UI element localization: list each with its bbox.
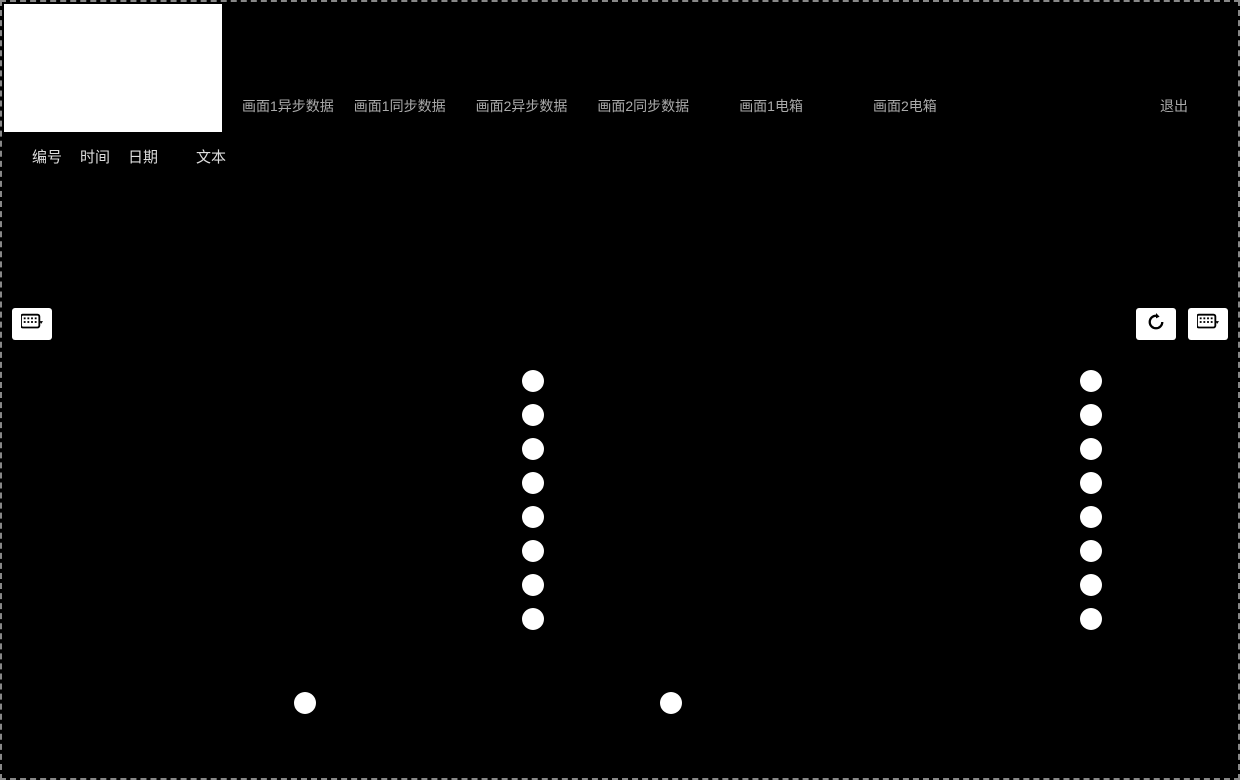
status-indicator: [522, 540, 544, 562]
nav-item-screen1-async[interactable]: 画面1异步数据: [232, 96, 344, 116]
nav-item-screen2-sync[interactable]: 画面2同步数据: [587, 96, 699, 116]
keyboard-icon: [21, 313, 43, 336]
refresh-button[interactable]: [1136, 308, 1176, 340]
topbar: 画面1异步数据 画面1同步数据 画面2异步数据 画面2同步数据 画面1电箱 画面…: [2, 2, 1238, 134]
subnav-text[interactable]: 文本: [196, 146, 226, 167]
status-indicator: [522, 370, 544, 392]
indicator-column-right: [1080, 370, 1102, 630]
status-indicator: [1080, 370, 1102, 392]
status-indicator: [522, 438, 544, 460]
status-indicator: [522, 506, 544, 528]
subnav-time[interactable]: 时间: [80, 146, 110, 167]
toolbar: [12, 308, 1228, 344]
status-indicator: [522, 608, 544, 630]
logo-area: [4, 4, 222, 132]
nav-item-screen1-box[interactable]: 画面1电箱: [729, 96, 813, 116]
status-indicator: [1080, 404, 1102, 426]
indicator-bottom-left: [294, 692, 316, 714]
status-indicator: [1080, 608, 1102, 630]
keyboard-right-button[interactable]: [1188, 308, 1228, 340]
keyboard-left-button[interactable]: [12, 308, 52, 340]
refresh-icon: [1145, 313, 1167, 336]
nav-item-screen1-sync[interactable]: 画面1同步数据: [344, 96, 456, 116]
subnav-date[interactable]: 日期: [128, 146, 158, 167]
status-indicator: [522, 404, 544, 426]
content-area: [2, 362, 1238, 778]
keyboard-icon: [1197, 313, 1219, 336]
status-indicator: [1080, 438, 1102, 460]
status-indicator: [1080, 540, 1102, 562]
nav-item-screen2-box[interactable]: 画面2电箱: [863, 96, 947, 116]
indicator-bottom-right: [660, 692, 682, 714]
status-indicator: [1080, 574, 1102, 596]
sub-nav: 编号 时间 日期 文本: [32, 146, 226, 167]
nav-item-screen2-async[interactable]: 画面2异步数据: [466, 96, 578, 116]
status-indicator: [1080, 506, 1102, 528]
status-indicator: [1080, 472, 1102, 494]
main-nav: 画面1异步数据 画面1同步数据 画面2异步数据 画面2同步数据 画面1电箱 画面…: [232, 96, 1228, 116]
nav-exit[interactable]: 退出: [1150, 96, 1198, 116]
status-indicator: [522, 574, 544, 596]
subnav-id[interactable]: 编号: [32, 146, 62, 167]
indicator-column-left: [522, 370, 544, 630]
status-indicator: [522, 472, 544, 494]
